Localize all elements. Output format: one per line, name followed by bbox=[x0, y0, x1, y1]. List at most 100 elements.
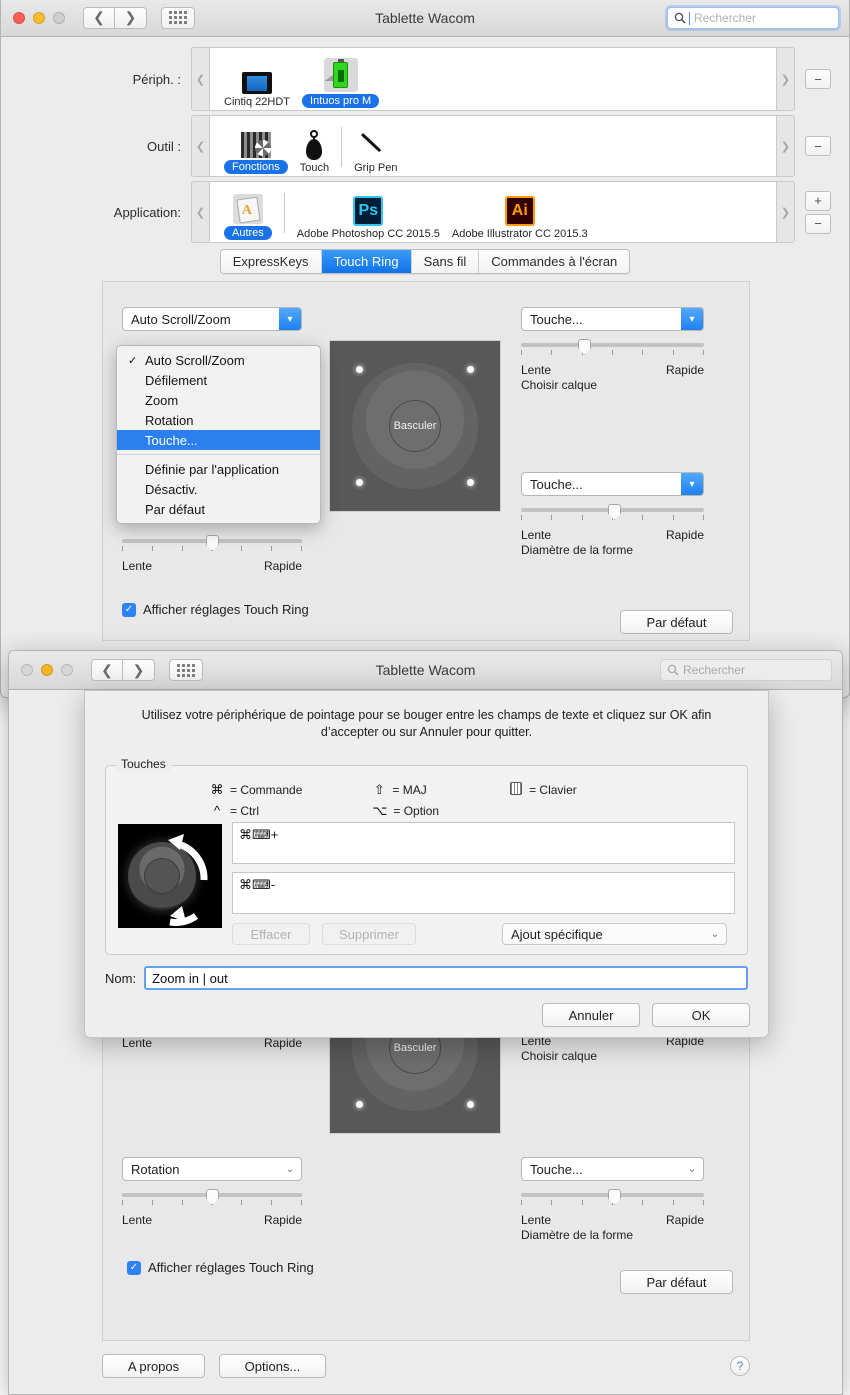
tool-item-fonctions[interactable]: Fonctions bbox=[218, 122, 294, 174]
search-placeholder: Rechercher bbox=[683, 663, 746, 677]
minimize-button[interactable] bbox=[33, 11, 45, 24]
grip-pen-icon bbox=[359, 124, 393, 160]
tab-bar: ExpressKeys Touch Ring Sans fil Commande… bbox=[1, 249, 849, 274]
menu-item-rotation[interactable]: Rotation bbox=[117, 410, 320, 430]
cancel-button[interactable]: Annuler bbox=[542, 1003, 640, 1027]
back-nav-icon[interactable]: ❮ bbox=[91, 659, 123, 681]
add-specific-select[interactable]: Ajout spécifique ⌄ bbox=[502, 923, 727, 945]
tool-scroll-left-button[interactable]: ❮ bbox=[191, 115, 209, 177]
bottom-right-speed-slider[interactable] bbox=[521, 504, 704, 526]
device-item-label: Cintiq 22HDT bbox=[224, 96, 291, 108]
ctrl-symbol-icon: ^ bbox=[213, 803, 221, 818]
remove-application-button[interactable]: − bbox=[805, 213, 831, 234]
slider-min-label: Lente bbox=[122, 1213, 153, 1227]
legend-label: = Commande bbox=[230, 783, 303, 797]
close-button[interactable] bbox=[21, 664, 33, 676]
front-window-bottom-bar: A propos Options... ? bbox=[102, 1354, 750, 1378]
top-right-speed-slider[interactable] bbox=[521, 339, 704, 361]
menu-item-label: Défilement bbox=[145, 372, 208, 388]
tab-touch-ring[interactable]: Touch Ring bbox=[321, 250, 412, 273]
forward-nav-icon[interactable]: ❯ bbox=[123, 659, 155, 681]
bottom-right-slider-labels: Lente Rapide bbox=[521, 528, 704, 542]
front-right-function-select[interactable]: Touche... ⌄ bbox=[521, 1157, 704, 1181]
bottom-right-caption: Diamètre de la forme bbox=[521, 543, 634, 557]
device-item-intuos[interactable]: Intuos pro M bbox=[296, 56, 385, 108]
options-button[interactable]: Options... bbox=[219, 1354, 326, 1378]
zoom-button[interactable] bbox=[53, 11, 65, 24]
zoom-button[interactable] bbox=[61, 664, 73, 676]
tab-commandes-ecran[interactable]: Commandes à l'écran bbox=[479, 250, 630, 273]
front-right-function-value: Touche... bbox=[530, 1161, 583, 1177]
key-field-2[interactable]: ⌘⌨- bbox=[232, 872, 735, 914]
app-divider bbox=[283, 193, 285, 233]
top-right-function-select[interactable]: Touche... ▾ bbox=[521, 307, 704, 331]
search-caret bbox=[689, 11, 690, 25]
others-apps-icon bbox=[232, 188, 263, 224]
app-item-autres[interactable]: Autres bbox=[218, 188, 278, 240]
clear-button[interactable]: Effacer bbox=[232, 923, 310, 945]
app-item-illustrator[interactable]: Ai Adobe Illustrator CC 2015.3 bbox=[446, 190, 594, 240]
bottom-right-function-select[interactable]: Touche... ▾ bbox=[521, 472, 704, 496]
show-touch-ring-settings-checkbox[interactable]: ✓ Afficher réglages Touch Ring bbox=[122, 602, 309, 617]
search-field[interactable]: Rechercher bbox=[660, 659, 832, 681]
top-right-group: Touche... ▾ Lente Rapide Choisir calque bbox=[521, 307, 704, 392]
bottom-right-group: Touche... ▾ Lente Rapide Diamètre de la … bbox=[521, 472, 704, 557]
front-top-right-caption: Choisir calque bbox=[521, 1049, 598, 1063]
slider-max-label: Rapide bbox=[263, 1036, 302, 1050]
front-show-touch-ring-settings-checkbox[interactable]: ✓ Afficher réglages Touch Ring bbox=[127, 1260, 314, 1275]
search-field[interactable]: Rechercher bbox=[667, 7, 839, 29]
slider-min-label: Lente bbox=[122, 559, 153, 573]
remove-device-button[interactable]: − bbox=[805, 69, 831, 89]
tool-divider bbox=[341, 127, 343, 167]
search-icon bbox=[667, 664, 679, 676]
menu-item-desactiv[interactable]: Désactiv. bbox=[117, 479, 320, 499]
device-row-buttons: − bbox=[805, 69, 831, 89]
function-dropdown-menu[interactable]: ✓ Auto Scroll/Zoom Défilement Zoom Rotat… bbox=[116, 345, 321, 524]
menu-item-zoom[interactable]: Zoom bbox=[117, 390, 320, 410]
front-left-function-select[interactable]: Rotation ⌄ bbox=[122, 1157, 302, 1181]
add-application-button[interactable]: + bbox=[805, 190, 831, 211]
delete-button[interactable]: Supprimer bbox=[322, 923, 416, 945]
ok-button[interactable]: OK bbox=[652, 1003, 750, 1027]
front-right-speed-slider[interactable] bbox=[521, 1189, 704, 1211]
front-left-speed-slider[interactable] bbox=[122, 1189, 302, 1211]
device-scroll-left-button[interactable]: ❮ bbox=[191, 47, 209, 111]
device-item-cintiq[interactable]: Cintiq 22HDT bbox=[218, 58, 296, 108]
default-button[interactable]: Par défaut bbox=[620, 610, 733, 634]
close-button[interactable] bbox=[13, 11, 25, 24]
app-item-photoshop[interactable]: Ps Adobe Photoshop CC 2015.5 bbox=[291, 190, 446, 240]
top-left-function-select[interactable]: Auto Scroll/Zoom ▾ bbox=[122, 307, 302, 331]
front-left-function-value: Rotation bbox=[131, 1161, 180, 1177]
tab-expresskeys[interactable]: ExpressKeys bbox=[220, 250, 322, 273]
show-all-grid-icon[interactable] bbox=[169, 659, 203, 681]
menu-item-par-defaut[interactable]: Par défaut bbox=[117, 499, 320, 519]
device-scroll-right-button[interactable]: ❯ bbox=[777, 47, 795, 111]
tool-item-grip-pen[interactable]: Grip Pen bbox=[348, 124, 403, 174]
touches-group-title: Touches bbox=[116, 757, 171, 771]
menu-item-definie-par-application[interactable]: Définie par l'application bbox=[117, 459, 320, 479]
key-field-1[interactable]: ⌘⌨+ bbox=[232, 822, 735, 864]
top-left-speed-slider[interactable] bbox=[122, 535, 302, 557]
tool-item-touch[interactable]: Touch bbox=[294, 124, 335, 174]
minimize-button[interactable] bbox=[41, 664, 53, 676]
back-nav-icon[interactable]: ❮ bbox=[83, 6, 115, 29]
touch-ring-diagram[interactable]: Basculer bbox=[329, 340, 501, 512]
front-default-button[interactable]: Par défaut bbox=[620, 1270, 733, 1294]
remove-tool-button[interactable]: − bbox=[805, 136, 831, 156]
help-button[interactable]: ? bbox=[730, 1356, 750, 1376]
about-button[interactable]: A propos bbox=[102, 1354, 205, 1378]
menu-item-defilement[interactable]: Défilement bbox=[117, 370, 320, 390]
forward-nav-icon[interactable]: ❯ bbox=[115, 6, 147, 29]
menu-item-touche[interactable]: Touche... bbox=[117, 430, 320, 450]
application-tray: Autres Ps Adobe Photoshop CC 2015.5 Ai A… bbox=[209, 181, 777, 243]
app-scroll-right-button[interactable]: ❯ bbox=[777, 181, 795, 243]
screenshot-root: ❮ ❯ Tablette Wacom Rechercher Périph.: … bbox=[0, 0, 850, 1395]
app-scroll-left-button[interactable]: ❮ bbox=[191, 181, 209, 243]
name-input[interactable]: Zoom in | out bbox=[144, 966, 748, 990]
command-symbol-icon: ⌘ bbox=[210, 782, 224, 797]
show-all-grid-icon[interactable] bbox=[161, 6, 195, 29]
tab-sans-fil[interactable]: Sans fil bbox=[411, 250, 480, 273]
menu-item-auto-scroll-zoom[interactable]: ✓ Auto Scroll/Zoom bbox=[117, 350, 320, 370]
tool-scroll-right-button[interactable]: ❯ bbox=[777, 115, 795, 177]
slider-min-label: Lente bbox=[521, 528, 552, 542]
